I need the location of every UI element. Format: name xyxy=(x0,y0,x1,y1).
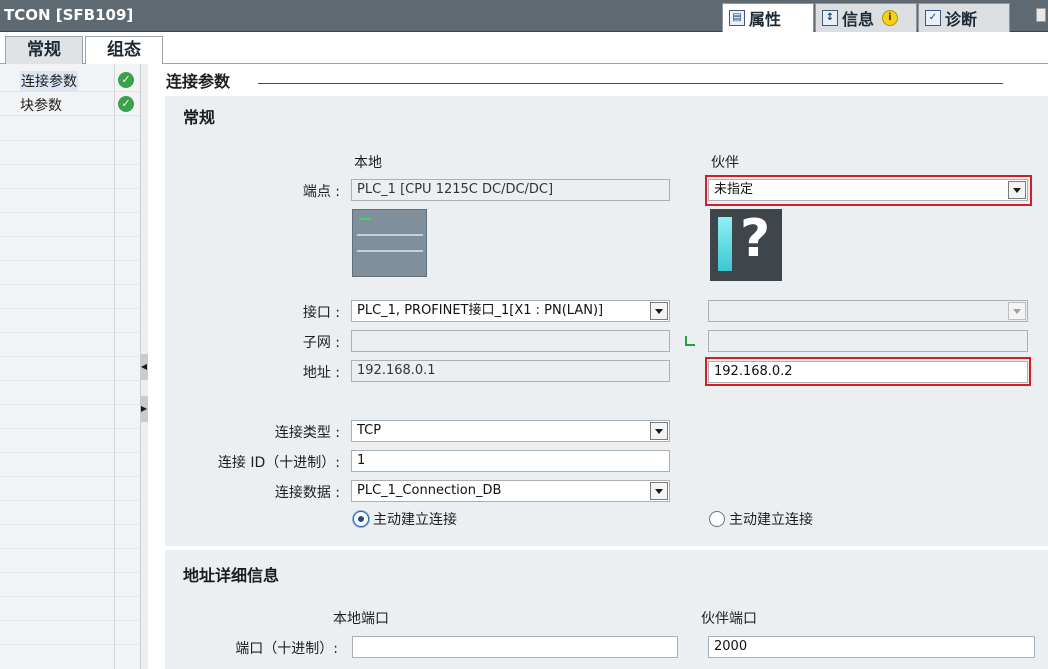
nav-row-divider xyxy=(0,332,140,333)
chevron-down-icon[interactable] xyxy=(650,482,668,500)
plc-device-image xyxy=(352,209,427,277)
nav-row-divider xyxy=(0,236,140,237)
section-title: 连接参数 xyxy=(166,72,231,91)
nav-row-divider xyxy=(0,308,140,309)
tab-info-label: 信息 xyxy=(842,10,875,29)
nav-row-divider xyxy=(0,380,140,381)
nav-column-divider xyxy=(114,64,115,669)
partner-port-input[interactable]: 2000 xyxy=(708,636,1035,658)
nav-row-divider xyxy=(0,476,140,477)
nav-item-connection-params[interactable]: 连接参数 ✓ xyxy=(0,68,140,92)
local-address-field: 192.168.0.1 xyxy=(351,360,670,382)
nav-row-divider xyxy=(0,404,140,405)
local-port-input[interactable] xyxy=(352,636,678,658)
connection-data-label: 连接数据 : xyxy=(274,485,340,501)
nav-row-divider xyxy=(0,500,140,501)
left-navigation: 连接参数 ✓ 块参数 ✓ xyxy=(0,64,147,669)
nav-row-divider xyxy=(0,212,140,213)
nav-row-divider xyxy=(0,644,140,645)
partner-address-highlight xyxy=(705,357,1031,386)
status-ok-icon: ✓ xyxy=(118,96,134,112)
nav-row-divider xyxy=(0,188,140,189)
partner-active-connection-label: 主动建立连接 xyxy=(729,512,813,528)
local-active-connection-label: 主动建立连接 xyxy=(373,512,457,528)
tab-properties-label: 属性 xyxy=(749,10,782,29)
tab-diagnostics[interactable]: ✓ 诊断 xyxy=(918,3,1010,32)
chevron-down-icon[interactable] xyxy=(650,422,668,440)
nav-row-divider xyxy=(0,548,140,549)
nav-row-divider xyxy=(0,428,140,429)
chevron-down-icon[interactable] xyxy=(650,302,668,320)
local-subnet-field xyxy=(351,330,670,352)
nav-row-divider xyxy=(0,452,140,453)
connection-type-label: 连接类型 : xyxy=(274,425,340,441)
status-ok-icon: ✓ xyxy=(118,72,134,88)
tab-properties[interactable]: ▤ 属性 xyxy=(722,3,814,32)
tab-configuration[interactable]: 组态 xyxy=(85,36,163,65)
diagnostics-icon: ✓ xyxy=(925,10,941,26)
partner-subnet-field xyxy=(708,330,1028,352)
connection-type-select[interactable]: TCP xyxy=(351,420,670,442)
nav-row-divider xyxy=(0,164,140,165)
nav-row-divider xyxy=(0,524,140,525)
nav-row-divider xyxy=(0,140,140,141)
local-endpoint-field: PLC_1 [CPU 1215C DC/DC/DC] xyxy=(351,179,670,201)
local-active-connection-radio[interactable] xyxy=(353,511,369,527)
subnet-connection-icon xyxy=(682,334,696,348)
interface-label: 接口 : xyxy=(302,305,340,321)
nav-row-divider xyxy=(0,260,140,261)
port-label: 端口（十进制）: xyxy=(235,641,338,657)
address-label: 地址 : xyxy=(302,365,340,381)
info-badge-icon: i xyxy=(882,10,899,26)
sub-tab-bar: 常规 组态 xyxy=(0,32,1048,65)
window-restore-button[interactable] xyxy=(1036,8,1046,22)
collapse-left-arrow-icon[interactable]: ◀ xyxy=(140,354,148,380)
local-interface-select[interactable]: PLC_1, PROFINET接口_1[X1 : PN(LAN)] xyxy=(351,300,670,322)
partner-endpoint-highlight xyxy=(705,175,1032,206)
column-header-local: 本地 xyxy=(354,155,382,171)
connection-id-input[interactable]: 1 xyxy=(351,450,670,472)
window-title: TCON [SFB109] xyxy=(4,6,134,24)
connection-id-label: 连接 ID（十进制）: xyxy=(217,455,340,471)
partner-interface-select xyxy=(708,300,1028,322)
partner-port-header: 伙伴端口 xyxy=(701,611,757,627)
nav-row-divider xyxy=(0,596,140,597)
address-details-panel: 地址详细信息 本地端口 伙伴端口 端口（十进制）: 2000 xyxy=(165,550,1048,669)
nav-item-label: 块参数 xyxy=(20,98,62,114)
nav-row-divider xyxy=(0,356,140,357)
window-title-bar: TCON [SFB109] ▤ 属性 ↕ 信息 i ✓ 诊断 xyxy=(0,0,1048,32)
tab-diagnostics-label: 诊断 xyxy=(945,10,978,29)
local-port-header: 本地端口 xyxy=(333,611,389,627)
subnet-label: 子网 : xyxy=(302,335,340,351)
column-header-partner: 伙伴 xyxy=(711,155,739,171)
endpoint-label: 端点 : xyxy=(302,184,340,200)
general-panel-title: 常规 xyxy=(183,108,216,127)
info-icon: ↕ xyxy=(822,10,838,26)
address-details-title: 地址详细信息 xyxy=(183,566,280,585)
connection-data-select[interactable]: PLC_1_Connection_DB xyxy=(351,480,670,502)
chevron-down-icon xyxy=(1008,302,1026,320)
connection-data-value: PLC_1_Connection_DB xyxy=(357,483,502,498)
nav-row-divider xyxy=(0,284,140,285)
partner-active-connection-radio[interactable] xyxy=(709,511,725,527)
expand-right-arrow-icon[interactable]: ▶ xyxy=(140,396,148,422)
section-underline xyxy=(258,83,1003,84)
tab-general[interactable]: 常规 xyxy=(5,36,83,64)
tab-info[interactable]: ↕ 信息 i xyxy=(815,3,917,32)
unknown-device-icon: ? xyxy=(710,209,782,281)
nav-item-label: 连接参数 xyxy=(20,71,78,91)
nav-row-divider xyxy=(0,620,140,621)
connection-type-value: TCP xyxy=(357,423,382,438)
local-interface-value: PLC_1, PROFINET接口_1[X1 : PN(LAN)] xyxy=(357,303,604,318)
main-content: 连接参数 常规 本地 伙伴 端点 : PLC_1 [CPU 1215C DC/D… xyxy=(148,64,1048,669)
general-panel: 常规 本地 伙伴 端点 : PLC_1 [CPU 1215C DC/DC/DC]… xyxy=(165,96,1048,546)
properties-icon: ▤ xyxy=(729,10,745,26)
nav-row-divider xyxy=(0,572,140,573)
nav-item-block-params[interactable]: 块参数 ✓ xyxy=(0,92,140,116)
